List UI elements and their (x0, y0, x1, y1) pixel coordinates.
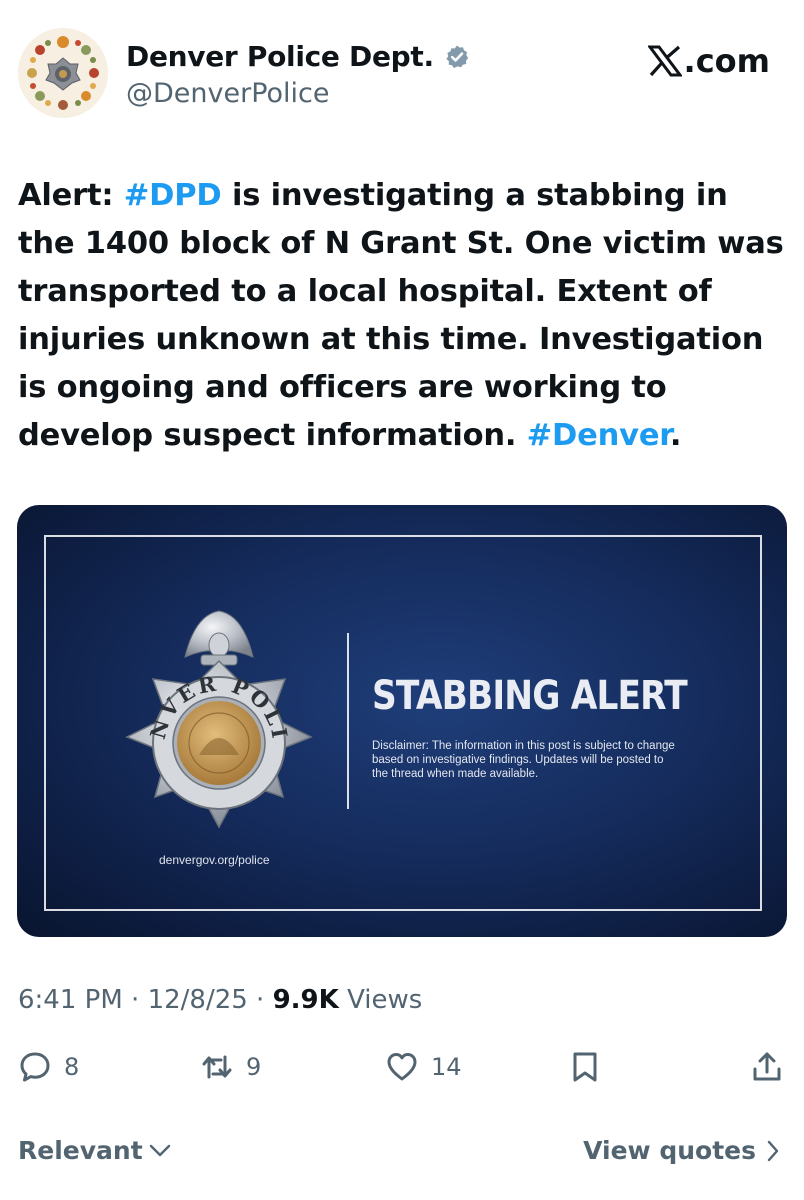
heart-icon (387, 1053, 417, 1081)
verified-badge-icon (444, 44, 470, 70)
media-divider (347, 633, 349, 809)
bookmark-button[interactable] (568, 1050, 602, 1084)
views-label: Views (347, 985, 423, 1015)
post-text-part: . (669, 418, 682, 453)
repost-count: 9 (246, 1053, 262, 1081)
post-actions-bar: 8 9 14 (0, 1050, 804, 1094)
meta-separator: · (247, 985, 273, 1015)
view-quotes-label: View quotes (583, 1136, 756, 1165)
like-count: 14 (431, 1053, 462, 1081)
meta-separator: · (122, 985, 148, 1015)
post-meta: 6:41 PM · 12/8/25 · 9.9K Views (18, 985, 422, 1015)
police-badge-wreath-avatar-icon (18, 28, 108, 118)
views-count: 9.9K (272, 985, 339, 1015)
share-icon (753, 1052, 781, 1081)
sort-replies-dropdown[interactable]: Relevant (18, 1136, 171, 1165)
author-avatar[interactable] (18, 28, 108, 118)
bookmark-icon (573, 1052, 597, 1082)
media-url-text: denvergov.org/police (159, 853, 270, 867)
chevron-down-icon (149, 1144, 170, 1156)
x-com-source[interactable]: .com (647, 42, 770, 80)
denver-police-badge-icon: DENVER POLICE (115, 605, 313, 829)
view-quotes-link[interactable]: View quotes (583, 1136, 780, 1165)
author-handle[interactable]: @DenverPolice (126, 78, 330, 109)
media-alert-title: STABBING ALERT (372, 673, 688, 719)
post-time[interactable]: 6:41 PM (18, 985, 123, 1015)
replies-footer: Relevant View quotes (0, 1132, 804, 1172)
hashtag-link-dpd[interactable]: #DPD (124, 178, 222, 213)
reply-button[interactable]: 8 (18, 1050, 79, 1084)
author-display-name[interactable]: Denver Police Dept. (126, 40, 434, 73)
post-header: Denver Police Dept. @DenverPolice .com (0, 0, 804, 140)
repost-button[interactable]: 9 (200, 1050, 261, 1084)
x-com-label: .com (683, 42, 770, 80)
hashtag-link-denver[interactable]: #Denver (527, 418, 670, 453)
media-disclaimer: Disclaimer: The information in this post… (372, 740, 675, 780)
reply-icon (20, 1052, 50, 1082)
post-date[interactable]: 12/8/25 (148, 985, 248, 1015)
chevron-right-icon (767, 1140, 779, 1161)
post-text-part: is investigating a stabbing in the 1400 … (18, 178, 784, 453)
repost-icon (202, 1055, 232, 1079)
post-text-part: Alert: (18, 178, 124, 213)
sort-label: Relevant (18, 1136, 143, 1165)
like-button[interactable]: 14 (385, 1050, 462, 1084)
post-text: Alert: #DPD is investigating a stabbing … (18, 172, 788, 460)
post-media-image[interactable]: DENVER POLICE STABBING ALERT Disclaimer:… (17, 505, 787, 937)
author-name-row[interactable]: Denver Police Dept. (126, 40, 470, 73)
share-button[interactable] (750, 1050, 784, 1084)
x-logo-icon (647, 45, 682, 77)
reply-count: 8 (64, 1053, 80, 1081)
